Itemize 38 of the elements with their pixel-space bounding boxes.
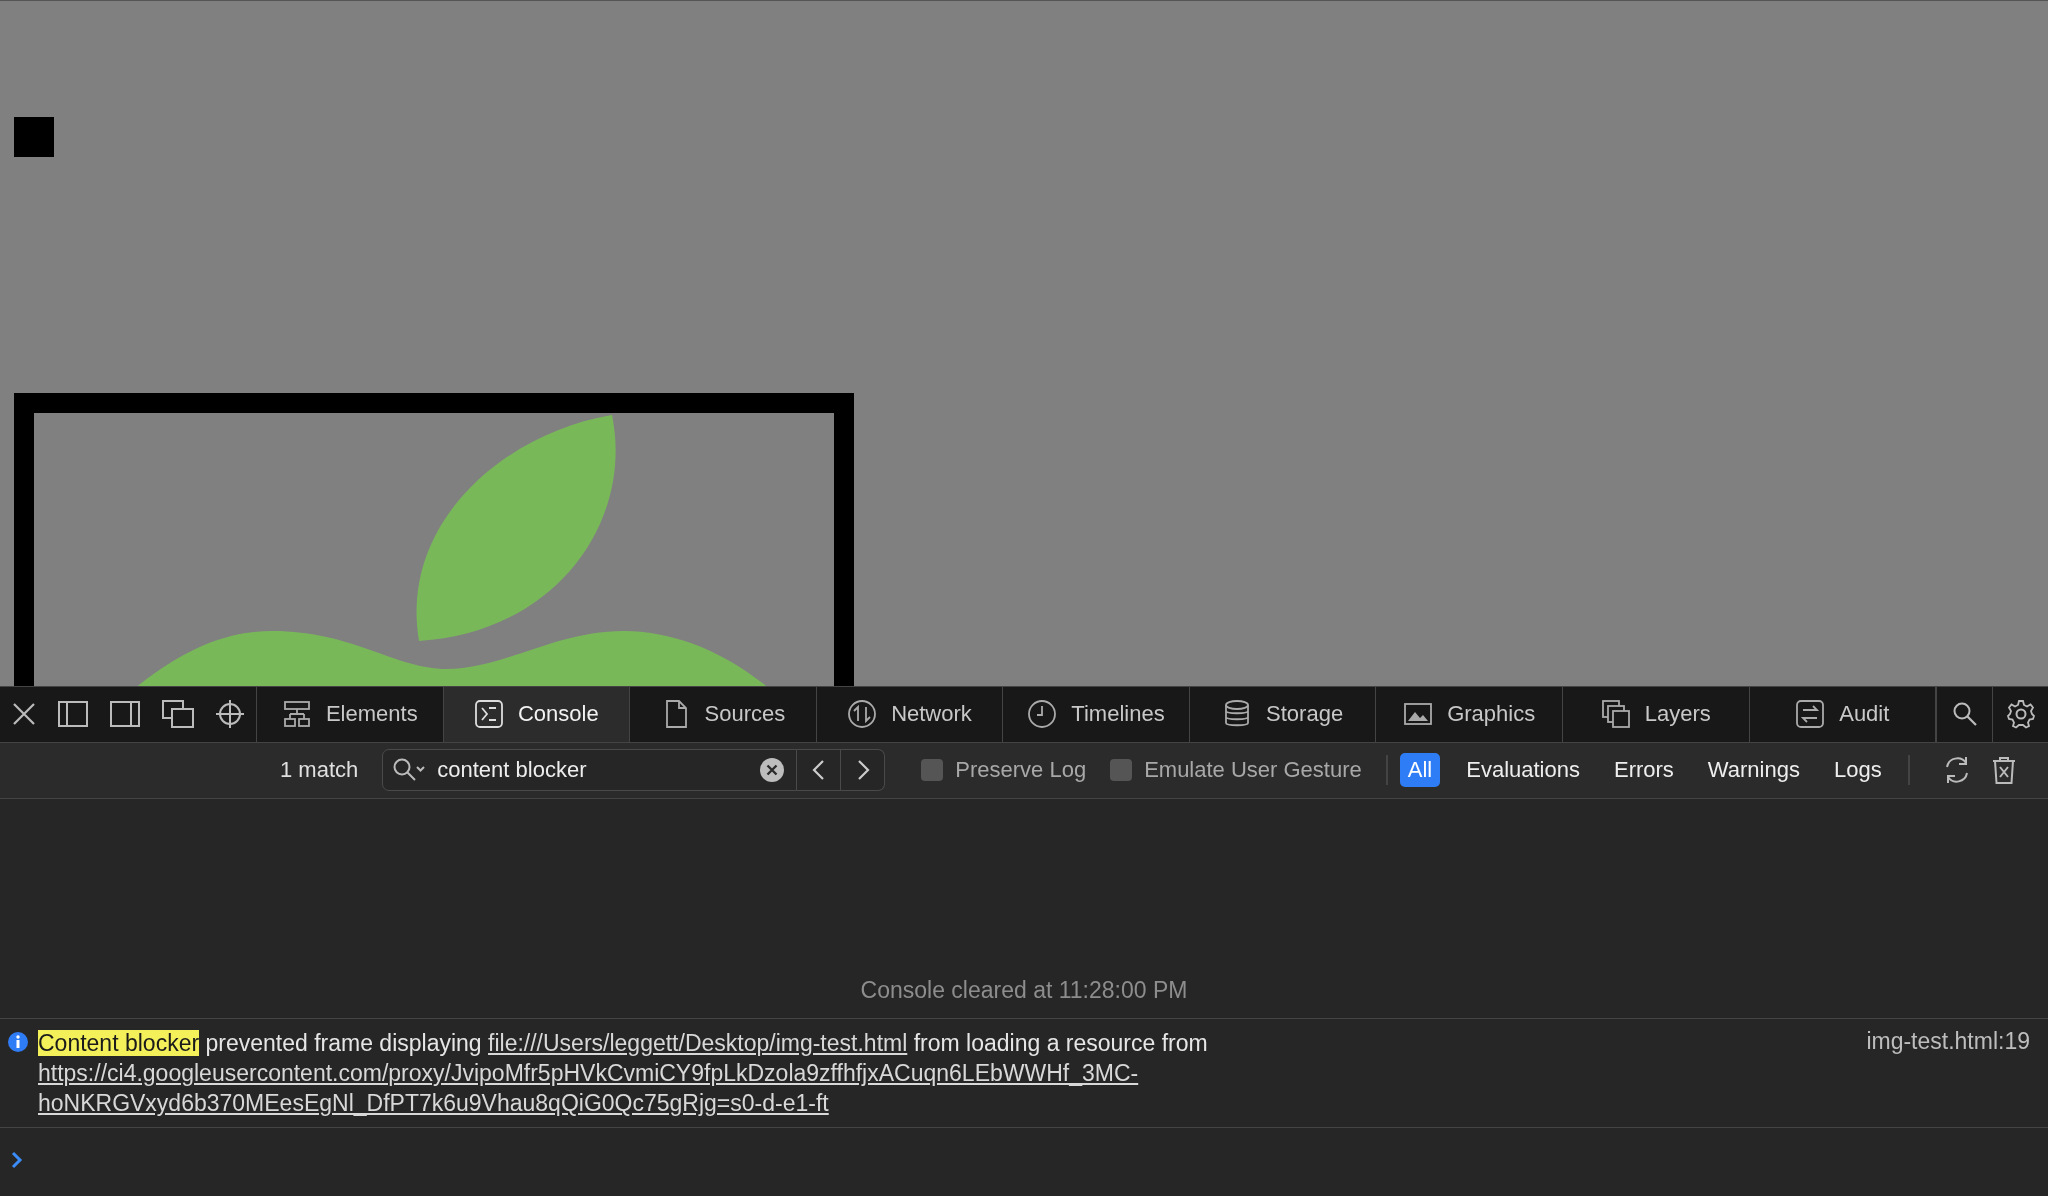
level-filter-button[interactable]: Warnings [1699, 753, 1808, 788]
network-tab-icon [847, 699, 878, 730]
resource-link[interactable]: hoNKRGVxyd6b370MEesEgNl_DfPT7k6u9Vhau8qQiG0Qc75gRjg=s0-d-e1-ft [38, 1090, 829, 1116]
level-filter-button[interactable]: All [1399, 753, 1441, 788]
console-cleared-notice: Console cleared at 11:28:00 PM [0, 799, 2048, 1019]
elements-tab-icon [281, 699, 312, 730]
search-field[interactable]: content blocker [382, 749, 798, 792]
panel-tab[interactable]: Sources [630, 686, 817, 742]
match-count: 1 match [280, 757, 359, 784]
console-message: Content blocker prevented frame displaying file:///Users/leggett/Desktop/img-test.html from loading a resource from https://ci4.googleusercontent.com/proxy/JvipoMfr5pHVkCvmiCY9fpLkDzola9zffhfjxACuqn6LEbWWHf_3MC- hoNKRGVxyd6b370MEesEgNl_DfPT7k6u9Vhau8qQiG0Qc75gRjg=s0-d-e1-ft [38, 1028, 1209, 1118]
trash-icon[interactable] [1991, 756, 2016, 785]
info-icon [8, 1032, 28, 1052]
panel-tab[interactable]: Elements [257, 686, 444, 742]
layers-tab-icon [1600, 699, 1631, 730]
option-checkbox[interactable]: Preserve Log [921, 757, 1087, 784]
panel-tab[interactable]: Timelines [1003, 686, 1190, 742]
panel-tab[interactable]: Network [816, 686, 1004, 742]
resource-link[interactable]: https://ci4.googleusercontent.com/proxy/JvipoMfr5pHVkCvmiCY9fpLkDzola9zffhfjxACuqn6LEbWWHf_3MC- [38, 1060, 1139, 1086]
option-checkbox[interactable]: Emulate User Gesture [1110, 757, 1362, 784]
level-filter-button[interactable]: Evaluations [1458, 753, 1588, 788]
level-filter-button[interactable]: Logs [1825, 753, 1890, 788]
panel-tab[interactable]: Graphics [1376, 686, 1563, 742]
chevron-left-icon [810, 759, 827, 782]
timelines-tab-icon [1027, 699, 1058, 730]
source-location-link[interactable]: img-test.html:19 [1866, 1028, 2030, 1055]
audit-tab-icon [1795, 699, 1826, 730]
panel-tab[interactable]: Console [443, 686, 631, 742]
resource-link[interactable]: file:///Users/leggett/Desktop/img-test.html [488, 1030, 908, 1056]
small-image [14, 117, 54, 157]
previous-match-button[interactable] [797, 749, 842, 792]
panel-tab[interactable]: Layers [1562, 686, 1750, 742]
prompt-chevron-icon [10, 1150, 24, 1170]
panel-tab[interactable]: Storage [1189, 686, 1377, 742]
panel-tab[interactable]: Audit [1749, 686, 1937, 742]
level-filter-button[interactable]: Errors [1605, 753, 1682, 788]
next-match-button[interactable] [841, 749, 886, 792]
console-tab-icon [474, 699, 504, 730]
clear-icon[interactable] [759, 757, 786, 784]
